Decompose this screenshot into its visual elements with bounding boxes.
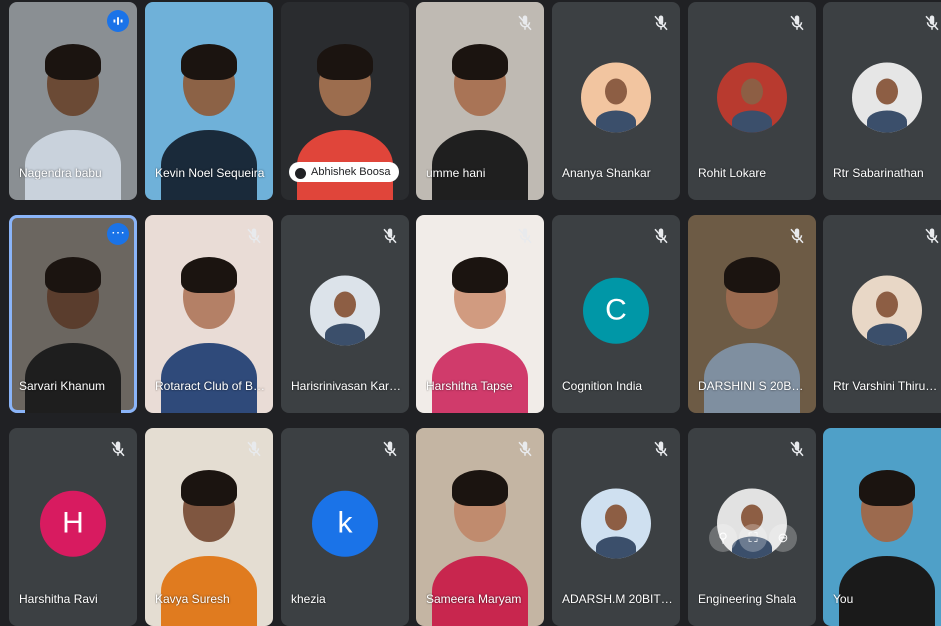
participant-tile[interactable]: ⚲ ⛶ ⊖ Engineering Shala <box>688 428 816 626</box>
mic-off-icon <box>788 227 806 245</box>
participant-tile[interactable]: Sameera Maryam <box>416 428 544 626</box>
participant-tile[interactable]: ⋯ Sarvari Khanum <box>9 215 137 413</box>
participant-tile[interactable]: Ananya Shankar <box>552 2 680 200</box>
letter-avatar: k <box>312 490 378 557</box>
mic-off-icon <box>788 440 806 458</box>
participant-grid: Nagendra babu Kevin Noel Sequeira Abhishek… <box>0 0 941 626</box>
participant-tile[interactable]: Harisrinivasan Karuppu... <box>281 215 409 413</box>
participant-name: Kavya Suresh <box>155 592 230 606</box>
participant-tile[interactable]: ADARSH.M 20BIT001 <box>552 428 680 626</box>
participant-name: Rtr Sabarinathan <box>833 166 924 180</box>
mic-off-icon <box>652 227 670 245</box>
mic-off-icon <box>652 440 670 458</box>
participant-name: Engineering Shala <box>698 592 797 606</box>
participant-tile[interactable]: Kevin Noel Sequeira <box>145 2 273 200</box>
participant-name: Rohit Lokare <box>698 166 767 180</box>
remove-icon[interactable]: ⊖ <box>769 524 797 552</box>
participant-tile[interactable]: Rohit Lokare <box>688 2 816 200</box>
mic-off-icon <box>652 14 670 32</box>
participant-name: umme hani <box>426 166 486 180</box>
participant-tile[interactable]: H Harshitha Ravi <box>9 428 137 626</box>
mic-off-icon <box>516 440 534 458</box>
participant-name: Ananya Shankar <box>562 166 651 180</box>
participant-name: Sarvari Khanum <box>19 379 106 393</box>
fullscreen-icon[interactable]: ⛶ <box>739 524 767 552</box>
participant-tile[interactable]: Rtr Varshini Thirumurthy <box>823 215 941 413</box>
participant-tile[interactable]: C Cognition India <box>552 215 680 413</box>
mic-off-icon <box>516 227 534 245</box>
mic-off-icon <box>516 14 534 32</box>
participant-name: Rtr Varshini Thirumurthy <box>833 379 941 393</box>
mic-off-icon <box>245 440 263 458</box>
participant-name: Harisrinivasan Karuppu... <box>291 379 403 393</box>
profile-photo-avatar <box>310 275 380 346</box>
participant-name: Kevin Noel Sequeira <box>155 166 265 180</box>
profile-photo-avatar <box>581 488 651 559</box>
participant-tile[interactable]: DARSHINI S 20BPA105 <box>688 215 816 413</box>
participant-tile[interactable]: Rtr Sabarinathan <box>823 2 941 200</box>
more-options-icon[interactable]: ⋯ <box>107 223 129 245</box>
participant-name: DARSHINI S 20BPA105 <box>698 379 810 393</box>
participant-name: ADARSH.M 20BIT001 <box>562 592 674 606</box>
mic-off-icon <box>923 14 941 32</box>
participant-name: You <box>833 592 854 606</box>
participant-name: Nagendra babu <box>19 166 102 180</box>
pin-icon[interactable]: ⚲ <box>709 524 737 552</box>
mic-off-icon <box>381 440 399 458</box>
participant-tile[interactable]: Rotaract Club of Bang... <box>145 215 273 413</box>
mic-off-icon <box>923 227 941 245</box>
participant-tile[interactable]: k khezia <box>281 428 409 626</box>
mic-off-icon <box>245 227 263 245</box>
participant-name: khezia <box>291 592 326 606</box>
mic-off-icon <box>381 227 399 245</box>
profile-photo-avatar <box>852 62 922 133</box>
profile-photo-avatar <box>581 62 651 133</box>
participant-name: Sameera Maryam <box>426 592 522 606</box>
participant-tile[interactable]: Kavya Suresh <box>145 428 273 626</box>
person-icon <box>295 168 306 179</box>
speaking-indicator-icon <box>107 10 129 32</box>
participant-name: Harshitha Tapse <box>426 379 513 393</box>
profile-photo-avatar <box>852 275 922 346</box>
tile-hover-controls: ⚲ ⛶ ⊖ <box>708 518 798 558</box>
participant-tile[interactable]: You <box>823 428 941 626</box>
participant-name: Abhishek Boosa <box>289 162 399 182</box>
participant-name: Rotaract Club of Bang... <box>155 379 267 393</box>
participant-tile[interactable]: Nagendra babu <box>9 2 137 200</box>
profile-photo-avatar <box>717 62 787 133</box>
participant-tile[interactable]: umme hani <box>416 2 544 200</box>
mic-off-icon <box>788 14 806 32</box>
participant-name: Harshitha Ravi <box>19 592 98 606</box>
mic-off-icon <box>109 440 127 458</box>
participant-tile[interactable]: Harshitha Tapse <box>416 215 544 413</box>
participant-tile[interactable]: Abhishek Boosa <box>281 2 409 200</box>
letter-avatar: C <box>583 277 649 344</box>
participant-name: Cognition India <box>562 379 643 393</box>
letter-avatar: H <box>40 490 106 557</box>
